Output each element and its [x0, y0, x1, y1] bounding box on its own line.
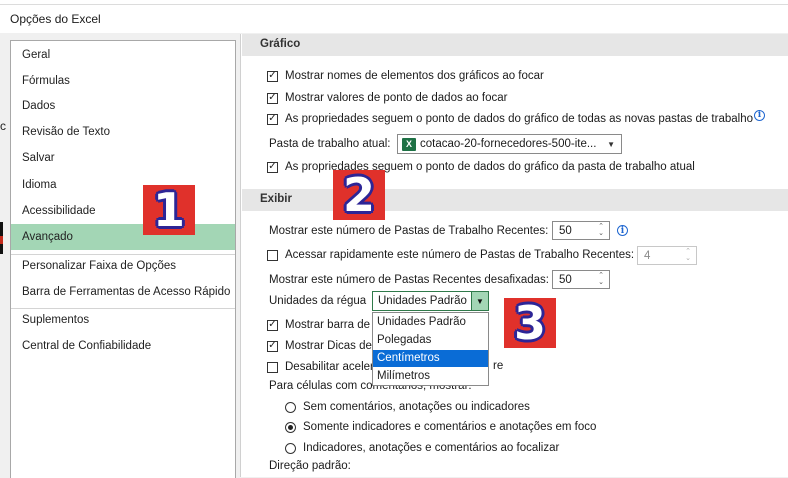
excel-file-icon: X	[402, 137, 416, 151]
ruler-units-value: Unidades Padrão	[378, 295, 467, 307]
spinner-arrows-icon: ⌃ ⌄	[685, 248, 691, 262]
option-quick-access-recent[interactable]: Acessar rapidamente este número de Pasta…	[267, 246, 634, 264]
option-props-current-workbook[interactable]: ✓ As propriedades seguem o ponto de dado…	[267, 158, 695, 176]
info-circle-icon[interactable]: i	[754, 109, 765, 121]
chevron-down-icon[interactable]: ▼	[471, 292, 488, 310]
radio-all-on-hover[interactable]: Indicadores, anotações e comentários ao …	[285, 439, 559, 457]
checkbox[interactable]	[267, 361, 278, 373]
background-char: c	[0, 119, 6, 133]
chevron-down-icon: ▼	[607, 139, 615, 149]
option-disable-hw-accel[interactable]: Desabilitar aceler	[267, 358, 374, 376]
checkbox[interactable]	[267, 249, 278, 261]
workbook-label: Pasta de trabalho atual:	[269, 138, 391, 150]
spinner-value: 4	[644, 249, 651, 262]
option-label: Mostrar valores de ponto de dados ao foc…	[285, 92, 508, 104]
checkbox[interactable]: ✓	[267, 92, 278, 104]
spinner-value: 50	[559, 273, 572, 286]
checkbox[interactable]: ✓	[267, 340, 278, 352]
radio-button[interactable]	[285, 421, 296, 433]
sidebar-item-acessibilidade[interactable]: Acessibilidade	[11, 199, 235, 223]
checkbox[interactable]: ✓	[267, 161, 278, 173]
dropdown-option[interactable]: Polegadas	[373, 332, 488, 349]
sidebar-item-salvar[interactable]: Salvar	[11, 146, 235, 170]
sidebar-item-revisao[interactable]: Revisão de Texto	[11, 120, 235, 144]
background-strip	[0, 244, 3, 254]
radio-button[interactable]	[285, 442, 296, 454]
sidebar-item-idioma[interactable]: Idioma	[11, 173, 235, 197]
option-label-tail: re	[493, 360, 504, 372]
option-label: Indicadores, anotações e comentários ao …	[303, 442, 560, 454]
background-strip-red	[0, 236, 3, 244]
ruler-units-label: Unidades da régua	[269, 295, 367, 307]
sidebar-item-formulas[interactable]: Fórmulas	[11, 69, 235, 93]
sidebar-item-avancado[interactable]: Avançado	[11, 224, 235, 250]
option-label: Mostrar Dicas de	[285, 340, 372, 352]
ruler-units-dropdown: Unidades Padrão Polegadas Centímetros Mi…	[372, 312, 489, 386]
checkbox[interactable]: ✓	[267, 70, 278, 82]
option-label: Sem comentários, anotações ou indicadore…	[303, 401, 530, 413]
unpinned-folders-spinner[interactable]: 50 ⌃ ⌄	[552, 270, 610, 289]
sidebar: Geral Fórmulas Dados Revisão de Texto Sa…	[10, 40, 236, 478]
quick-access-spinner: 4 ⌃ ⌄	[637, 246, 697, 265]
radio-no-comments[interactable]: Sem comentários, anotações ou indicadore…	[285, 398, 530, 416]
section-header-exibir: Exibir	[242, 189, 788, 211]
workbook-select-value: cotacao-20-fornecedores-500-ite...	[420, 138, 597, 150]
sidebar-item-geral[interactable]: Geral	[11, 43, 235, 67]
checkbox[interactable]: ✓	[267, 319, 278, 331]
option-label: Mostrar barra de	[285, 319, 371, 331]
window-title: Opções do Excel	[10, 12, 101, 26]
recent-workbooks-label: Mostrar este número de Pastas de Trabalh…	[269, 225, 549, 237]
option-label: Mostrar nomes de elementos dos gráficos …	[285, 70, 544, 82]
option-label: As propriedades seguem o ponto de dados …	[285, 113, 753, 125]
sidebar-item-dados[interactable]: Dados	[11, 94, 235, 118]
option-label: Somente indicadores e comentários e anot…	[303, 421, 597, 433]
spinner-arrows-icon[interactable]: ⌃ ⌄	[596, 272, 606, 287]
radio-button[interactable]	[285, 401, 296, 413]
title-bar: Opções do Excel	[0, 5, 788, 33]
option-label: Desabilitar aceler	[285, 361, 374, 373]
dropdown-option[interactable]: Milímetros	[373, 368, 488, 385]
background-strip	[0, 222, 3, 236]
option-formula-bar[interactable]: ✓ Mostrar barra de	[267, 316, 370, 334]
workbook-select[interactable]: X cotacao-20-fornecedores-500-ite... ▼	[397, 134, 622, 154]
default-direction-label: Direção padrão:	[269, 460, 351, 472]
spinner-value: 50	[559, 224, 572, 237]
sidebar-item-personalizar-faixa[interactable]: Personalizar Faixa de Opções	[11, 254, 235, 278]
checkbox[interactable]: ✓	[267, 113, 278, 125]
options-panel: Gráfico ✓ Mostrar nomes de elementos dos…	[240, 34, 788, 477]
spinner-arrows-icon[interactable]: ⌃ ⌄	[596, 223, 606, 238]
ruler-units-select[interactable]: Unidades Padrão ▼	[372, 291, 489, 311]
option-label: Acessar rapidamente este número de Pasta…	[285, 249, 635, 261]
sidebar-item-barra-acesso-rapido[interactable]: Barra de Ferramentas de Acesso Rápido	[11, 280, 235, 304]
callout-badge-1: 1	[143, 183, 195, 237]
section-header-grafico: Gráfico	[242, 34, 788, 56]
info-circle-icon[interactable]: i	[617, 225, 628, 236]
section-title: Gráfico	[260, 38, 301, 50]
dropdown-option-highlighted[interactable]: Centímetros	[373, 350, 488, 367]
option-show-data-values[interactable]: ✓ Mostrar valores de ponto de dados ao f…	[267, 89, 507, 107]
callout-badge-3: 3	[504, 296, 556, 350]
option-props-new-workbooks[interactable]: ✓ As propriedades seguem o ponto de dado…	[267, 109, 765, 128]
sidebar-item-suplementos[interactable]: Suplementos	[11, 308, 235, 332]
unpinned-folders-label: Mostrar este número de Pastas Recentes d…	[269, 274, 549, 286]
recent-workbooks-spinner[interactable]: 50 ⌃ ⌄	[552, 221, 610, 240]
option-function-tooltips[interactable]: ✓ Mostrar Dicas de	[267, 337, 372, 355]
callout-badge-2: 2	[333, 168, 385, 222]
option-show-element-names[interactable]: ✓ Mostrar nomes de elementos dos gráfico…	[267, 67, 544, 85]
radio-indicators-only[interactable]: Somente indicadores e comentários e anot…	[285, 418, 596, 436]
dropdown-option[interactable]: Unidades Padrão	[373, 314, 488, 331]
section-title: Exibir	[260, 193, 292, 205]
sidebar-item-central-confiabilidade[interactable]: Central de Confiabilidade	[11, 334, 235, 358]
